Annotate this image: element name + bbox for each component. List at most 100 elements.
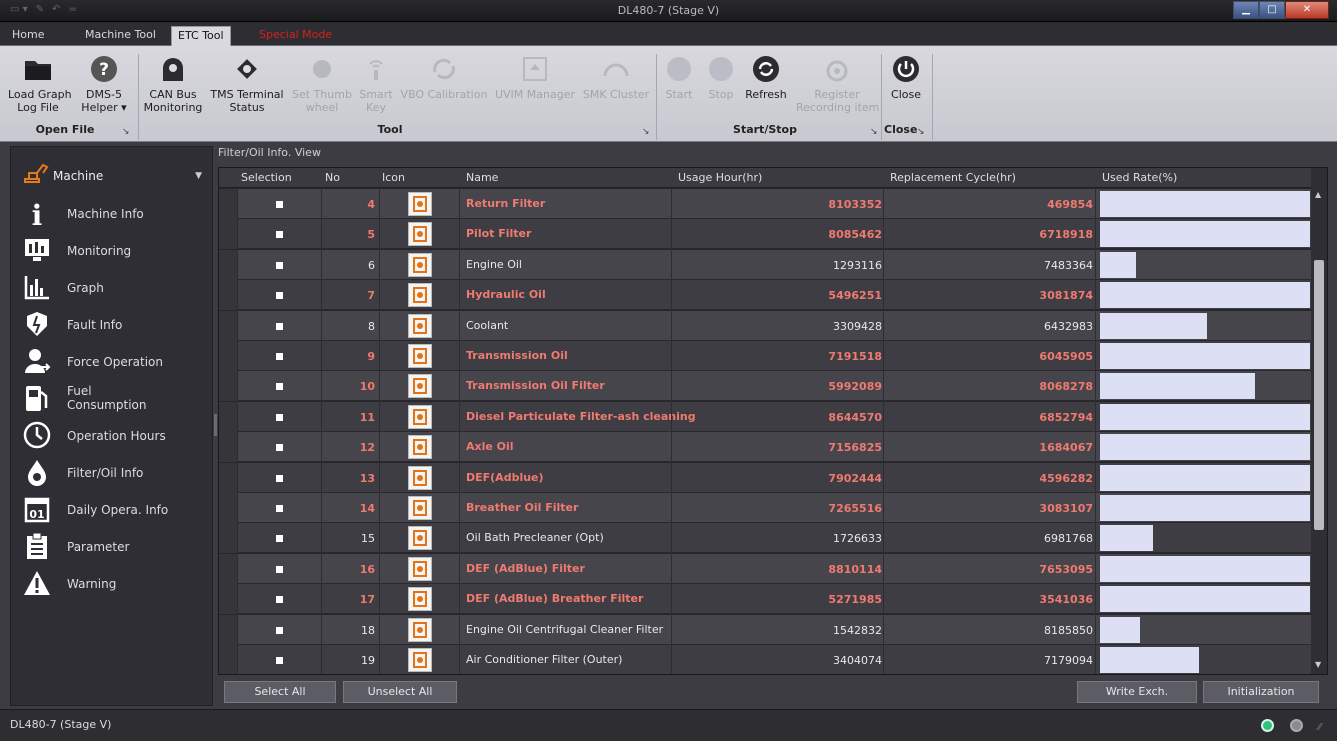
row-header[interactable]	[219, 523, 237, 554]
row-checkbox[interactable]	[276, 626, 283, 634]
column-header-icon[interactable]: Icon	[382, 171, 405, 184]
sidebar-item-graph[interactable]: Graph	[11, 269, 212, 305]
close-launcher-icon[interactable]: ↘	[917, 127, 925, 137]
row-checkbox[interactable]	[276, 353, 283, 360]
row-checkbox[interactable]	[276, 505, 283, 512]
sidebar-item-parameter[interactable]: Parameter	[11, 528, 212, 564]
vbo-calibration-button[interactable]: VBO Calibration	[400, 50, 488, 101]
table-row[interactable]: 17 DEF (AdBlue) Breather Filter 5271985 354…	[219, 584, 1311, 615]
table-row[interactable]: 16 DEF (AdBlue) Filter 8810114 7653095	[219, 553, 1311, 584]
sidebar-splitter[interactable]	[214, 414, 217, 436]
table-row[interactable]: 19 Air Conditioner Filter (Outer) 3404074 7…	[219, 645, 1311, 674]
sidebar-item-fuel-consumption[interactable]: Fuel Consumption	[11, 380, 212, 416]
sidebar-item-force-operation[interactable]: Force Operation	[11, 343, 212, 379]
table-row[interactable]: 9 Transmission Oil 7191518 6045905	[219, 341, 1311, 371]
row-header[interactable]	[219, 310, 237, 341]
row-checkbox[interactable]	[276, 261, 283, 269]
tool-launcher-icon[interactable]: ↘	[642, 127, 650, 137]
table-row[interactable]: 13 DEF(Adblue) 7902444 4596282	[219, 462, 1311, 493]
row-header[interactable]	[219, 462, 237, 493]
row-checkbox[interactable]	[276, 201, 283, 208]
smart-key-button[interactable]: Smart Key	[356, 50, 396, 114]
tms-terminal-button[interactable]: TMS Terminal Status	[210, 50, 284, 114]
table-row[interactable]: 5 Pilot Filter 8085462 6718918	[219, 219, 1311, 250]
tab-home[interactable]: Home	[6, 26, 50, 46]
sidebar-item-filter-oil-info[interactable]: Filter/Oil Info	[11, 454, 212, 490]
row-checkbox[interactable]	[276, 565, 283, 573]
scroll-up-icon[interactable]: ▲	[1315, 190, 1321, 199]
table-row[interactable]: 12 Axle Oil 7156825 1684067	[219, 432, 1311, 463]
row-checkbox[interactable]	[276, 231, 283, 239]
initialization-button[interactable]: Initialization	[1203, 681, 1319, 703]
column-header-usage-hour[interactable]: Usage Hour(hr)	[678, 171, 762, 184]
sidebar-item-operation-hours[interactable]: Operation Hours	[11, 417, 212, 453]
row-checkbox[interactable]	[276, 657, 283, 664]
stop-button[interactable]: Stop	[704, 50, 738, 101]
resize-grip-icon[interactable]: ⁄⁄	[1318, 722, 1321, 733]
row-header[interactable]	[219, 432, 237, 463]
close-window-button[interactable]: ✕	[1285, 1, 1329, 19]
row-header[interactable]	[219, 645, 237, 674]
set-thumb-wheel-button[interactable]: Set Thumb wheel	[292, 50, 352, 114]
table-row[interactable]: 6 Engine Oil 1293116 7483364	[219, 249, 1311, 280]
load-graph-button[interactable]: Load Graph Log File	[8, 50, 72, 114]
table-row[interactable]: 18 Engine Oil Centrifugal Cleaner Filter 1…	[219, 614, 1311, 645]
scroll-thumb[interactable]	[1314, 260, 1324, 530]
column-header-used-rate[interactable]: Used Rate(%)	[1102, 171, 1177, 184]
maximize-button[interactable]: □	[1259, 1, 1285, 19]
table-row[interactable]: 14 Breather Oil Filter 7265516 3083107	[219, 493, 1311, 523]
column-header-selection[interactable]: Selection	[241, 171, 292, 184]
table-row[interactable]: 11 Diesel Particulate Filter-ash cleaning…	[219, 401, 1311, 432]
column-header-name[interactable]: Name	[466, 171, 498, 184]
table-row[interactable]: 8 Coolant 3309428 6432983	[219, 310, 1311, 341]
refresh-button[interactable]: Refresh	[744, 50, 788, 101]
start-button[interactable]: Start	[662, 50, 696, 101]
row-header[interactable]	[219, 371, 237, 402]
register-recording-button[interactable]: Register Recording item	[796, 50, 879, 114]
row-header[interactable]	[219, 493, 237, 523]
sidebar-item-machine-info[interactable]: i Machine Info	[11, 195, 212, 231]
row-header[interactable]	[219, 401, 237, 432]
smk-cluster-button[interactable]: SMK Cluster	[582, 50, 650, 101]
row-header[interactable]	[219, 553, 237, 584]
table-row[interactable]: 15 Oil Bath Precleaner (Opt) 1726633 698176…	[219, 523, 1311, 554]
row-header[interactable]	[219, 249, 237, 280]
row-checkbox[interactable]	[276, 474, 283, 482]
sidebar-item-monitoring[interactable]: Monitoring	[11, 232, 212, 268]
minimize-button[interactable]: ▁	[1233, 1, 1259, 19]
scroll-down-icon[interactable]: ▼	[1315, 660, 1321, 669]
row-checkbox[interactable]	[276, 596, 283, 604]
row-checkbox[interactable]	[276, 413, 283, 421]
row-checkbox[interactable]	[276, 322, 283, 330]
row-checkbox[interactable]	[276, 383, 283, 391]
tab-etc-tool[interactable]: ETC Tool	[171, 26, 231, 46]
row-header[interactable]	[219, 189, 237, 219]
column-header-no[interactable]: No	[325, 171, 340, 184]
sidebar-item-fault-info[interactable]: Fault Info	[11, 306, 212, 342]
table-row[interactable]: 7 Hydraulic Oil 5496251 3081874	[219, 280, 1311, 311]
table-row[interactable]: 4 Return Filter 8103352 469854	[219, 189, 1311, 219]
open-file-launcher-icon[interactable]: ↘	[122, 127, 130, 137]
row-header[interactable]	[219, 219, 237, 250]
sidebar-item-warning[interactable]: Warning	[11, 565, 212, 601]
uvim-manager-button[interactable]: UVIM Manager	[494, 50, 576, 101]
start-stop-launcher-icon[interactable]: ↘	[870, 127, 878, 137]
row-header[interactable]	[219, 341, 237, 371]
row-checkbox[interactable]	[276, 535, 283, 543]
row-checkbox[interactable]	[276, 292, 283, 300]
unselect-all-button[interactable]: Unselect All	[343, 681, 457, 703]
column-header-replacement-cycle[interactable]: Replacement Cycle(hr)	[890, 171, 1016, 184]
close-button[interactable]: Close	[886, 50, 926, 101]
row-checkbox[interactable]	[276, 444, 283, 452]
row-header[interactable]	[219, 614, 237, 645]
row-header[interactable]	[219, 584, 237, 615]
can-bus-button[interactable]: CAN Bus Monitoring	[143, 50, 203, 114]
dms5-helper-button[interactable]: ? DMS-5 Helper ▾	[76, 50, 132, 114]
table-row[interactable]: 10 Transmission Oil Filter 5992089 8068278	[219, 371, 1311, 402]
write-exch-button[interactable]: Write Exch.	[1077, 681, 1197, 703]
select-all-button[interactable]: Select All	[224, 681, 336, 703]
tab-machine-tool[interactable]: Machine Tool	[79, 26, 162, 46]
row-header[interactable]	[219, 280, 237, 311]
sidebar-item-daily-opera-info[interactable]: 01 Daily Opera. Info	[11, 491, 212, 527]
tab-special-mode[interactable]: Special Mode	[253, 26, 338, 46]
